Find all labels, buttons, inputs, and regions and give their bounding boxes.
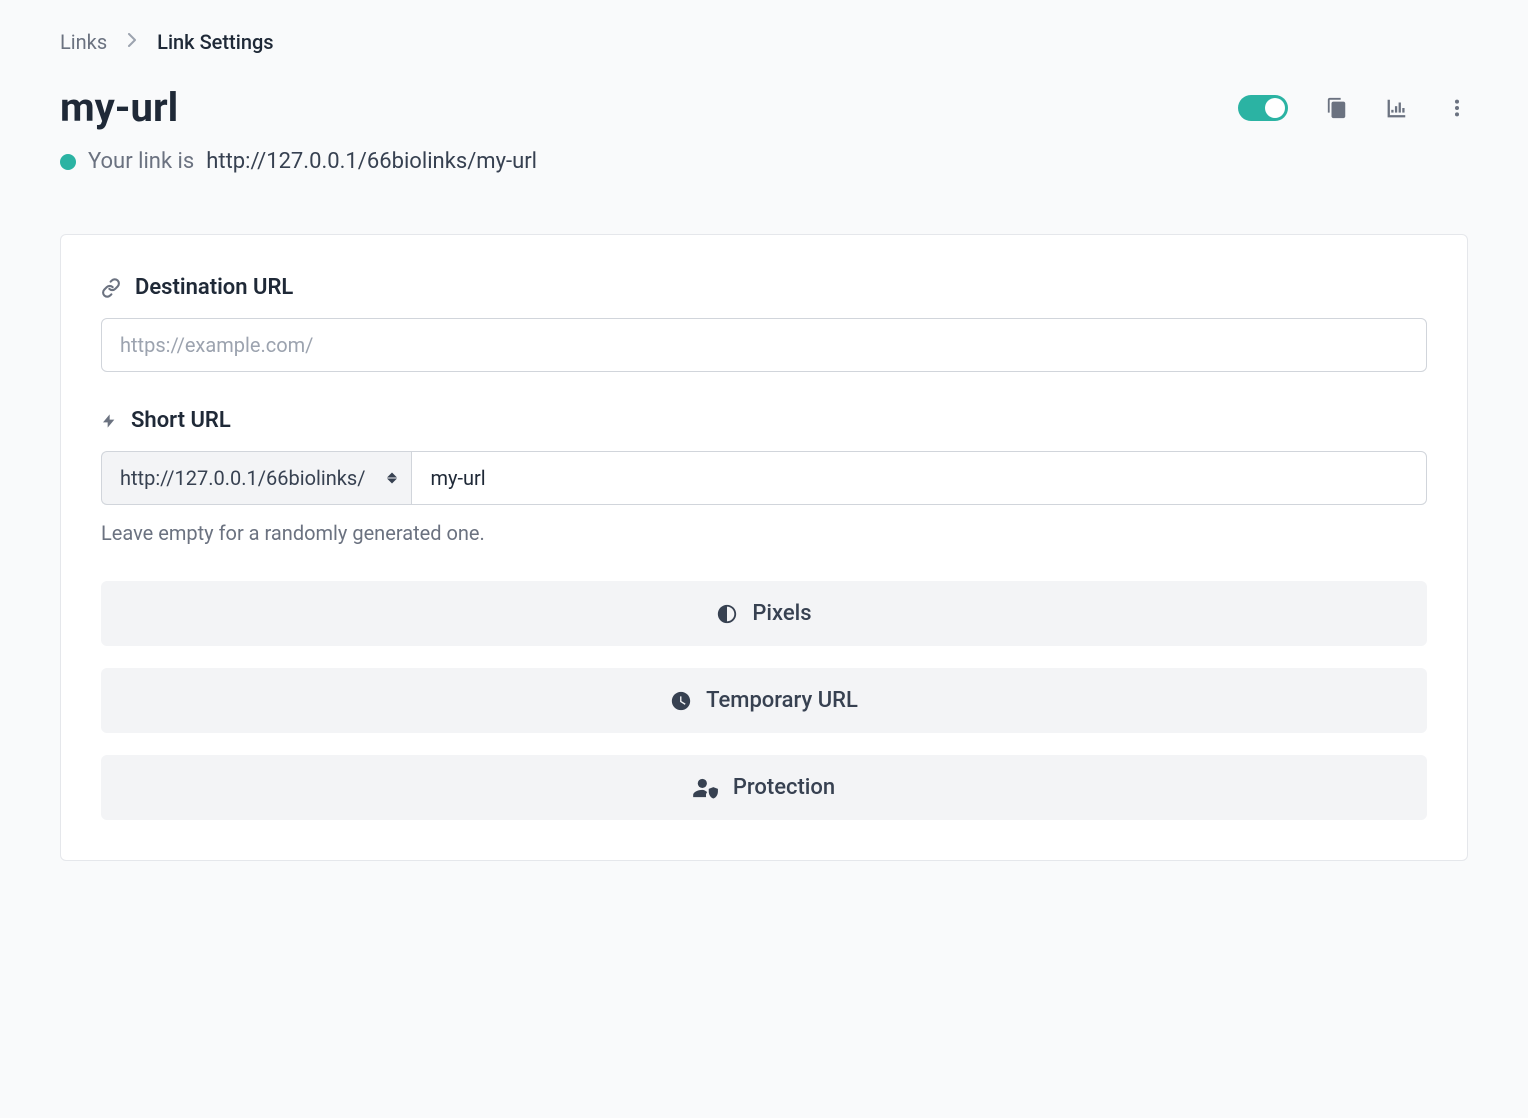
analytics-icon[interactable]: [1386, 97, 1408, 119]
clock-icon: [670, 690, 692, 712]
protection-section-button[interactable]: Protection: [101, 755, 1427, 820]
settings-card: Destination URL Short URL http://127.0.0…: [60, 234, 1468, 861]
user-shield-icon: [693, 777, 719, 799]
link-status: Your link is http://127.0.0.1/66biolinks…: [60, 149, 1468, 174]
status-dot-icon: [60, 154, 76, 170]
pixels-section-button[interactable]: Pixels: [101, 581, 1427, 646]
short-url-label-text: Short URL: [131, 408, 231, 433]
short-url-input[interactable]: [411, 451, 1427, 505]
header-actions: [1238, 95, 1468, 121]
destination-url-input[interactable]: [101, 318, 1427, 372]
destination-url-label-text: Destination URL: [135, 275, 293, 300]
link-icon: [101, 278, 121, 298]
short-url-label: Short URL: [101, 408, 1427, 433]
breadcrumb: Links Link Settings: [60, 30, 1468, 54]
link-status-label: Your link is: [88, 149, 194, 174]
page-header: my-url: [60, 84, 1468, 131]
short-url-help: Leave empty for a randomly generated one…: [101, 521, 1427, 545]
breadcrumb-current: Link Settings: [157, 30, 273, 54]
link-status-url[interactable]: http://127.0.0.1/66biolinks/my-url: [206, 149, 537, 174]
toggle-knob: [1265, 98, 1285, 118]
destination-url-label: Destination URL: [101, 275, 1427, 300]
protection-section-label: Protection: [733, 775, 835, 800]
contrast-icon: [716, 603, 738, 625]
copy-icon[interactable]: [1326, 97, 1348, 119]
temporary-url-section-button[interactable]: Temporary URL: [101, 668, 1427, 733]
breadcrumb-parent-link[interactable]: Links: [60, 30, 107, 54]
page-title: my-url: [60, 84, 178, 131]
enable-toggle[interactable]: [1238, 95, 1288, 121]
short-url-group: Short URL http://127.0.0.1/66biolinks/ L…: [101, 408, 1427, 545]
domain-select-value: http://127.0.0.1/66biolinks/: [120, 466, 365, 490]
domain-select[interactable]: http://127.0.0.1/66biolinks/: [101, 451, 411, 505]
chevron-right-icon: [127, 33, 137, 51]
bolt-icon: [101, 411, 117, 431]
destination-url-group: Destination URL: [101, 275, 1427, 372]
more-menu-icon[interactable]: [1446, 97, 1468, 119]
pixels-section-label: Pixels: [752, 601, 811, 626]
select-caret-icon: [387, 473, 397, 484]
short-url-input-group: http://127.0.0.1/66biolinks/: [101, 451, 1427, 505]
temporary-url-section-label: Temporary URL: [706, 688, 858, 713]
